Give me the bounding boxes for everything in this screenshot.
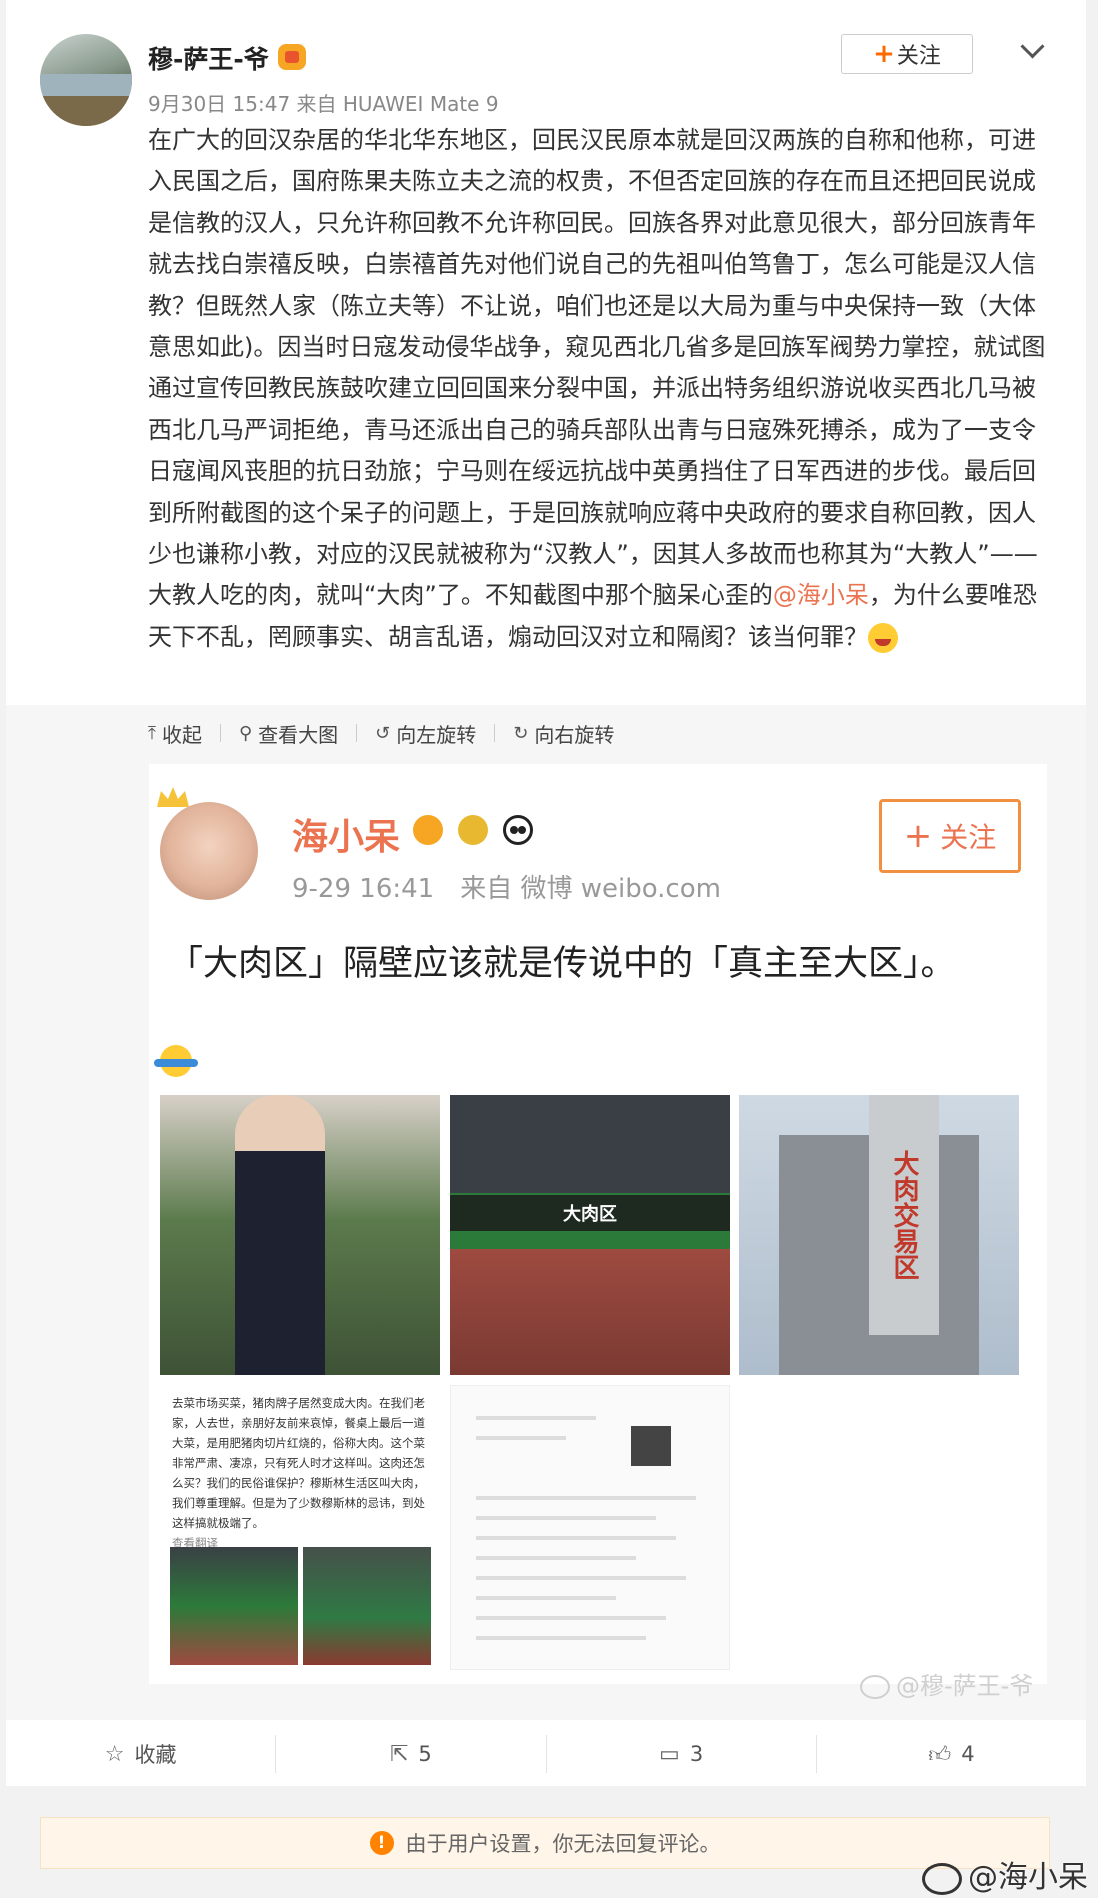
comment-button[interactable]: ▭ 3: [547, 1742, 816, 1767]
comment-count: 3: [689, 1742, 704, 1766]
comment-restriction-notice: ! 由于用户设置，你无法回复评论。: [40, 1817, 1050, 1869]
user-avatar[interactable]: [40, 34, 132, 126]
corner-watermark-text: @海小呆: [968, 1860, 1088, 1895]
follow-button[interactable]: + 关注: [841, 34, 973, 74]
username[interactable]: 穆-萨王-爷: [148, 40, 269, 76]
view-large-label: 查看大图: [258, 722, 339, 747]
screenshot-username: 海小呆: [292, 817, 401, 858]
panda-icon: [503, 815, 533, 845]
vip-crown-icon: [278, 44, 306, 70]
laugh-cry-emoji-icon: [868, 622, 898, 653]
weibo-logo-icon: [922, 1862, 962, 1895]
photo-meat-area: 大肉区: [450, 1095, 730, 1375]
post-text: 在广大的回汉杂居的华北华东地区，回民汉民原本就是回汉两族的自称和他称，可进入民国…: [148, 120, 1053, 658]
repost-count: 5: [418, 1742, 432, 1766]
repost-button[interactable]: ⇱ 5: [276, 1742, 545, 1767]
shrug-emoji-icon: [154, 1045, 198, 1077]
view-large-button[interactable]: ⚲ 查看大图: [239, 719, 356, 748]
favorite-label: 收藏: [134, 1743, 177, 1767]
screenshot-follow-label: 关注: [940, 821, 997, 854]
media-toolbar: ⤒ 收起 ⚲ 查看大图 ↺ 向左旋转 ↻ 向右旋转: [148, 718, 632, 748]
star-icon: ☆: [104, 1741, 125, 1767]
favorite-button[interactable]: ☆ 收藏: [6, 1739, 275, 1769]
warning-icon: !: [369, 1831, 394, 1855]
image-watermark: @穆-萨王-爷: [860, 1666, 1033, 1701]
building-sign: 大肉交易区: [869, 1095, 939, 1335]
rotate-left-icon: ↺: [375, 722, 391, 744]
collapse-button[interactable]: ⤒ 收起: [148, 719, 220, 748]
weibo-logo-icon: [860, 1675, 890, 1699]
screenshot-meta: 9-29 16:41 来自 微博 weibo.com: [292, 874, 721, 904]
collapse-label: 收起: [161, 722, 202, 747]
gold-badge-icon: [458, 815, 488, 845]
screenshot-text: 「大肉区」隔壁应该就是传说中的「真主至大区」。: [168, 944, 956, 984]
comment-icon: ▭: [659, 1741, 680, 1767]
follow-label: 关注: [896, 44, 941, 69]
crown-icon: [157, 787, 189, 807]
rotate-right-label: 向右旋转: [534, 722, 615, 747]
screenshot-avatar: [160, 802, 258, 900]
share-icon: ⇱: [389, 1741, 409, 1767]
thumbs-up-icon: 👍︎: [928, 1742, 952, 1768]
rotate-right-button[interactable]: ↻ 向右旋转: [513, 719, 632, 748]
corner-watermark: @海小呆: [922, 1852, 1088, 1896]
post-meta: 9月30日 15:47 来自 HUAWEI Mate 9: [148, 92, 499, 116]
doc-text: 去菜市场买菜，猪肉牌子居然变成大肉。在我们老家，人去世，亲朋好友前来哀悼，餐桌上…: [172, 1396, 425, 1530]
mention-link[interactable]: @海小呆: [773, 581, 869, 609]
photo-market-woman: [160, 1095, 440, 1375]
rotate-left-button[interactable]: ↺ 向左旋转: [375, 719, 494, 748]
photo-text-post: 去菜市场买菜，猪肉牌子居然变成大肉。在我们老家，人去世，亲朋好友前来哀悼，餐桌上…: [160, 1385, 440, 1670]
rotate-right-icon: ↻: [513, 722, 529, 744]
photo-webpage: [450, 1385, 730, 1670]
photo-market-building: 大肉交易区: [739, 1095, 1019, 1375]
action-bar: ☆ 收藏 ⇱ 5 ▭ 3 👍︎ 4: [6, 1722, 1086, 1786]
like-count: 4: [961, 1742, 975, 1766]
like-button[interactable]: 👍︎ 4: [817, 1741, 1086, 1768]
plus-icon: +: [873, 39, 895, 69]
post-text-part1: 在广大的回汉杂居的华北华东地区，回民汉民原本就是回汉两族的自称和他称，可进入民国…: [148, 126, 1046, 610]
meat-area-sign: 大肉区: [450, 1195, 730, 1231]
arrow-up-icon: ⤒: [148, 722, 156, 744]
search-icon: ⚲: [238, 722, 253, 744]
screenshot-follow-button: + 关注: [879, 799, 1021, 873]
vip-badge-icon: [413, 815, 443, 845]
rotate-left-label: 向左旋转: [396, 722, 477, 747]
watermark-text: @穆-萨王-爷: [896, 1672, 1034, 1700]
notice-text: 由于用户设置，你无法回复评论。: [405, 1832, 721, 1856]
